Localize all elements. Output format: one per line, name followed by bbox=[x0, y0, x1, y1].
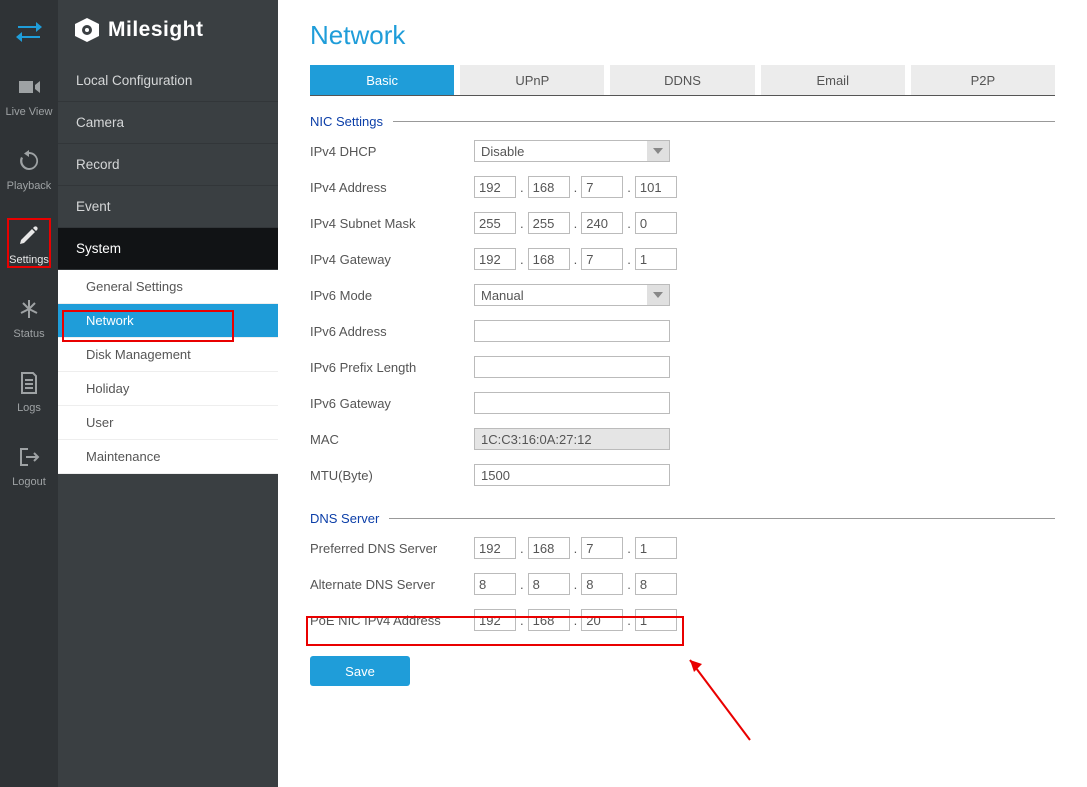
dns-pref-1[interactable] bbox=[474, 537, 516, 559]
row-ipv4-dhcp: IPv4 DHCP Disable bbox=[310, 133, 1055, 169]
ipv6-prefix-input[interactable] bbox=[474, 356, 670, 378]
sidebar-item-record[interactable]: Record bbox=[58, 144, 278, 186]
sidebar-sub-holiday[interactable]: Holiday bbox=[58, 372, 278, 406]
row-ipv6-address: IPv6 Address bbox=[310, 313, 1055, 349]
row-ipv4-mask: IPv4 Subnet Mask . . . bbox=[310, 205, 1055, 241]
dns-alt-1[interactable] bbox=[474, 573, 516, 595]
ipv4-addr-3[interactable] bbox=[581, 176, 623, 198]
ipv4-gw-4[interactable] bbox=[635, 248, 677, 270]
row-ipv6-gw: IPv6 Gateway bbox=[310, 385, 1055, 421]
dns-alt-4[interactable] bbox=[635, 573, 677, 595]
ipv4-addr-2[interactable] bbox=[528, 176, 570, 198]
sidebar-sub-user[interactable]: User bbox=[58, 406, 278, 440]
ipv4-gw-3[interactable] bbox=[581, 248, 623, 270]
ipv6-gw-input[interactable] bbox=[474, 392, 670, 414]
rail-label: Playback bbox=[7, 180, 52, 192]
ipv4-mask-2[interactable] bbox=[528, 212, 570, 234]
row-dns-alt: Alternate DNS Server . . . bbox=[310, 566, 1055, 602]
dns-pref-2[interactable] bbox=[528, 537, 570, 559]
brand-text: Milesight bbox=[108, 18, 204, 42]
tab-p2p[interactable]: P2P bbox=[911, 65, 1055, 95]
ipv4-gw-1[interactable] bbox=[474, 248, 516, 270]
dns-alt-3[interactable] bbox=[581, 573, 623, 595]
tabs: Basic UPnP DDNS Email P2P bbox=[310, 65, 1055, 96]
icon-rail: Live View Playback Settings Status Logs … bbox=[0, 0, 58, 787]
sidebar-sub-general[interactable]: General Settings bbox=[58, 270, 278, 304]
chevron-down-icon bbox=[647, 141, 669, 161]
rail-settings[interactable]: Settings bbox=[0, 222, 58, 266]
dns-alt-2[interactable] bbox=[528, 573, 570, 595]
row-poe-nic: PoE NIC IPv4 Address . . . bbox=[310, 602, 1055, 638]
dns-pref-3[interactable] bbox=[581, 537, 623, 559]
ipv6-address-input[interactable] bbox=[474, 320, 670, 342]
camera-icon bbox=[16, 74, 42, 100]
tab-basic[interactable]: Basic bbox=[310, 65, 454, 95]
row-ipv6-prefix: IPv6 Prefix Length bbox=[310, 349, 1055, 385]
sidebar-item-camera[interactable]: Camera bbox=[58, 102, 278, 144]
rail-label: Settings bbox=[9, 254, 49, 266]
chevron-down-icon bbox=[647, 285, 669, 305]
rail-logout[interactable]: Logout bbox=[0, 444, 58, 488]
swap-icon bbox=[16, 18, 42, 44]
rail-swap[interactable] bbox=[0, 18, 58, 44]
logout-icon bbox=[16, 444, 42, 470]
row-ipv4-gw: IPv4 Gateway . . . bbox=[310, 241, 1055, 277]
brand: Milesight bbox=[58, 0, 278, 60]
rail-label: Live View bbox=[6, 106, 53, 118]
ipv4-mask-3[interactable] bbox=[581, 212, 623, 234]
rail-label: Logs bbox=[17, 402, 41, 414]
row-ipv6-mode: IPv6 Mode Manual bbox=[310, 277, 1055, 313]
sidebar-item-local-config[interactable]: Local Configuration bbox=[58, 60, 278, 102]
rail-status[interactable]: Status bbox=[0, 296, 58, 340]
ipv6-mode-select[interactable]: Manual bbox=[474, 284, 670, 306]
ipv4-gw-2[interactable] bbox=[528, 248, 570, 270]
ipv4-addr-4[interactable] bbox=[635, 176, 677, 198]
settings-icon bbox=[16, 222, 42, 248]
poe-nic-4[interactable] bbox=[635, 609, 677, 631]
tab-ddns[interactable]: DDNS bbox=[610, 65, 754, 95]
poe-nic-1[interactable] bbox=[474, 609, 516, 631]
main-content: Network Basic UPnP DDNS Email P2P NIC Se… bbox=[278, 0, 1087, 787]
tab-email[interactable]: Email bbox=[761, 65, 905, 95]
row-dns-pref: Preferred DNS Server . . . bbox=[310, 530, 1055, 566]
rail-playback[interactable]: Playback bbox=[0, 148, 58, 192]
sidebar-item-system[interactable]: System bbox=[58, 228, 278, 270]
poe-nic-3[interactable] bbox=[581, 609, 623, 631]
mac-input bbox=[474, 428, 670, 450]
sidebar: Milesight Local Configuration Camera Rec… bbox=[58, 0, 278, 787]
status-icon bbox=[16, 296, 42, 322]
sidebar-item-event[interactable]: Event bbox=[58, 186, 278, 228]
ipv4-mask-1[interactable] bbox=[474, 212, 516, 234]
sidebar-sub-network[interactable]: Network bbox=[58, 304, 278, 338]
section-nic: NIC Settings bbox=[310, 114, 1055, 129]
sidebar-sub-disk[interactable]: Disk Management bbox=[58, 338, 278, 372]
save-button[interactable]: Save bbox=[310, 656, 410, 686]
sidebar-sub-maintenance[interactable]: Maintenance bbox=[58, 440, 278, 474]
page-title: Network bbox=[310, 20, 1055, 51]
rail-label: Logout bbox=[12, 476, 46, 488]
ipv4-addr-1[interactable] bbox=[474, 176, 516, 198]
mtu-input[interactable] bbox=[474, 464, 670, 486]
section-dns: DNS Server bbox=[310, 511, 1055, 526]
brand-logo-icon bbox=[74, 17, 100, 43]
dns-pref-4[interactable] bbox=[635, 537, 677, 559]
rail-label: Status bbox=[13, 328, 44, 340]
row-mtu: MTU(Byte) bbox=[310, 457, 1055, 493]
tab-upnp[interactable]: UPnP bbox=[460, 65, 604, 95]
rail-live-view[interactable]: Live View bbox=[0, 74, 58, 118]
row-mac: MAC bbox=[310, 421, 1055, 457]
row-ipv4-address: IPv4 Address . . . bbox=[310, 169, 1055, 205]
rail-logs[interactable]: Logs bbox=[0, 370, 58, 414]
poe-nic-2[interactable] bbox=[528, 609, 570, 631]
ipv4-dhcp-select[interactable]: Disable bbox=[474, 140, 670, 162]
playback-icon bbox=[16, 148, 42, 174]
logs-icon bbox=[16, 370, 42, 396]
ipv4-mask-4[interactable] bbox=[635, 212, 677, 234]
